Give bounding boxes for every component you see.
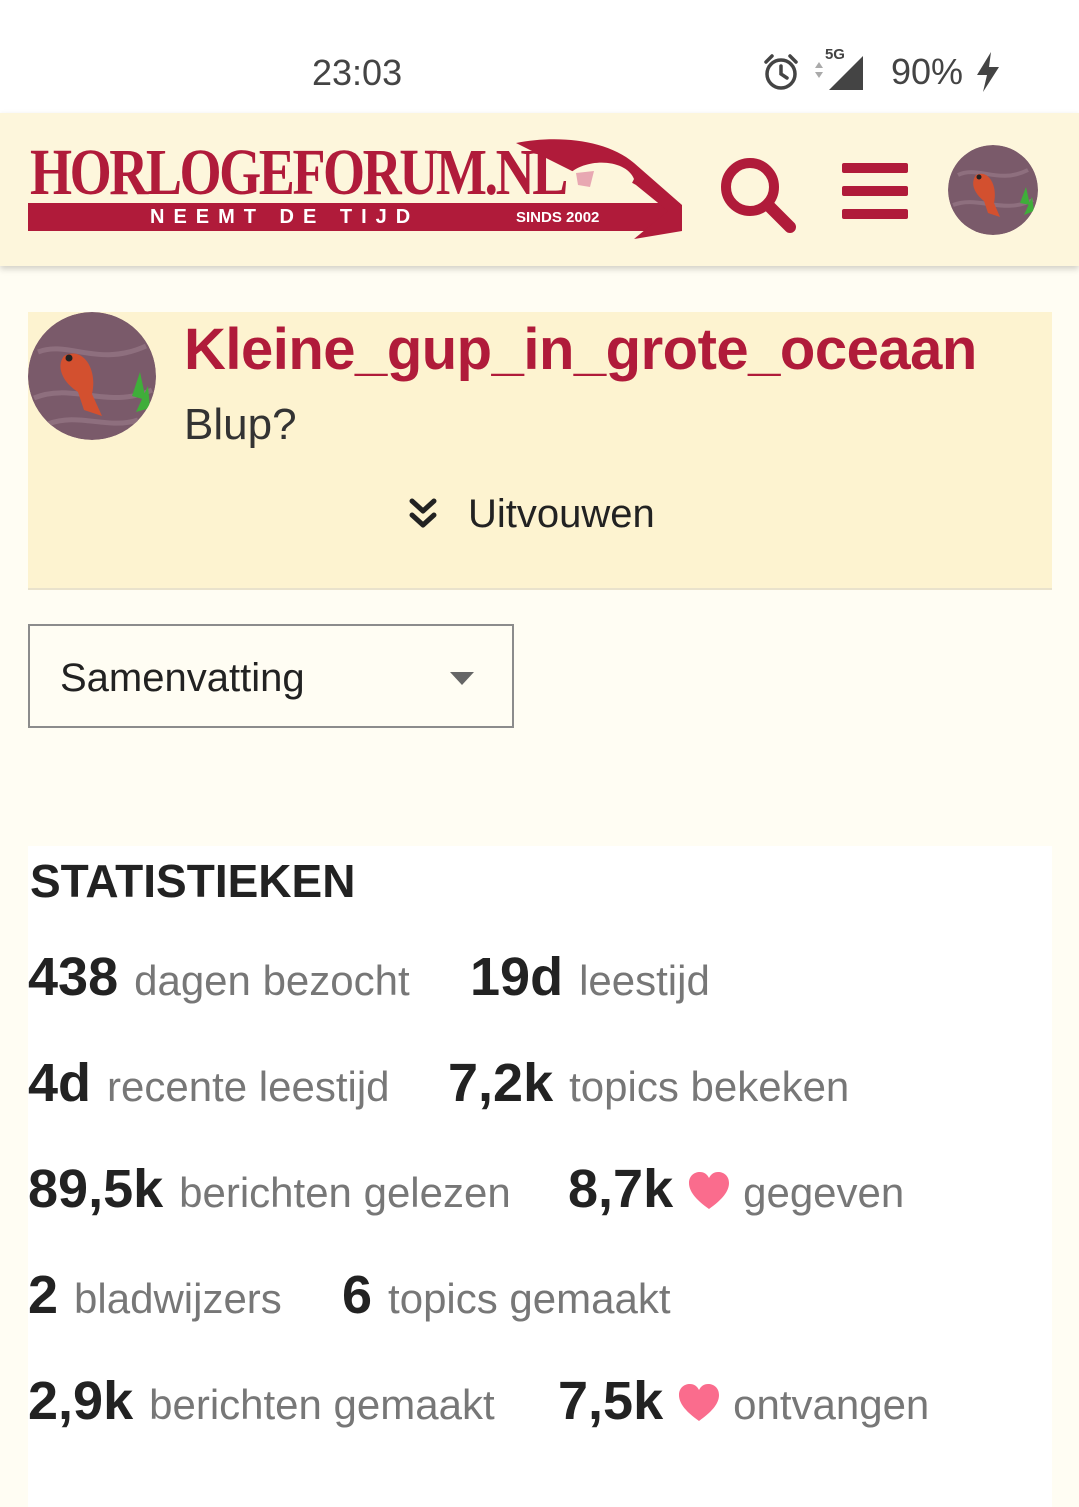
- battery-percentage: 90%: [890, 51, 963, 92]
- stat-label: recente leestijd: [107, 1063, 390, 1110]
- profile-username: Kleine_gup_in_grote_oceaan: [184, 317, 977, 382]
- stat-label: berichten gemaakt: [149, 1381, 495, 1428]
- double-chevron-down-icon: [409, 498, 437, 527]
- stat-label: leestijd: [579, 957, 710, 1004]
- hamburger-menu-icon[interactable]: [842, 161, 908, 221]
- stat-label: ontvangen: [733, 1381, 930, 1428]
- heart-icon: [689, 1172, 730, 1209]
- select-value: Samenvatting: [60, 656, 305, 700]
- stat-value: 6: [342, 1265, 373, 1325]
- stat-label: bladwijzers: [74, 1275, 282, 1322]
- expand-label: Uitvouwen: [468, 492, 655, 536]
- stat-label: topics bekeken: [569, 1063, 850, 1110]
- stat-label: gegeven: [743, 1169, 905, 1216]
- expand-profile-button[interactable]: Uitvouwen: [408, 492, 655, 537]
- logo-slogan: NEEMT DE TIJD: [150, 206, 420, 228]
- stat-value: 2: [28, 1265, 59, 1325]
- stat-likes-received: 7,5k ontvangen: [558, 1370, 929, 1432]
- site-logo[interactable]: HORLOGEFORUM.NL NEEMT DE TIJD SINDS 2002: [28, 135, 683, 245]
- stat-value: 438: [28, 947, 119, 1007]
- signal-icon: 5G: [811, 46, 867, 94]
- search-icon[interactable]: [716, 153, 796, 233]
- caret-down-icon: [450, 672, 474, 685]
- stat-value: 2,9k: [28, 1371, 134, 1431]
- stat-value: 4d: [28, 1053, 92, 1113]
- statistics-section: STATISTIEKEN 438 dagen bezocht 19d leest…: [28, 846, 1052, 1507]
- stat-posts-read: 89,5k berichten gelezen: [28, 1158, 511, 1220]
- stat-value: 7,2k: [448, 1053, 554, 1113]
- stat-topics-viewed: 7,2k topics bekeken: [448, 1052, 849, 1114]
- stat-likes-given: 8,7k gegeven: [568, 1158, 904, 1220]
- profile-avatar: [28, 312, 156, 440]
- profile-section-select[interactable]: Samenvatting: [28, 624, 514, 728]
- stat-value: 7,5k: [558, 1371, 664, 1431]
- heart-icon: [679, 1384, 720, 1421]
- logo-clock-hand-icon: [516, 139, 682, 239]
- stat-label: dagen bezocht: [134, 957, 410, 1004]
- user-avatar[interactable]: [948, 145, 1038, 235]
- status-bar: 23:03 5G 90%: [0, 0, 1079, 113]
- stat-label: berichten gelezen: [179, 1169, 511, 1216]
- status-icons: 5G 90%: [761, 46, 1003, 96]
- site-header: HORLOGEFORUM.NL NEEMT DE TIJD SINDS 2002: [0, 113, 1079, 266]
- stat-label: topics gemaakt: [388, 1275, 671, 1322]
- stat-topics-created: 6 topics gemaakt: [342, 1264, 671, 1326]
- statistics-title: STATISTIEKEN: [30, 855, 356, 907]
- alarm-icon: [764, 54, 798, 90]
- stat-value: 89,5k: [28, 1159, 164, 1219]
- stat-recent-read-time: 4d recente leestijd: [28, 1052, 390, 1114]
- stat-read-time: 19d leestijd: [470, 946, 710, 1008]
- logo-title: HORLOGEFORUM.NL: [30, 136, 568, 209]
- stat-value: 19d: [470, 947, 564, 1007]
- stat-value: 8,7k: [568, 1159, 674, 1219]
- stat-bookmarks: 2 bladwijzers: [28, 1264, 282, 1326]
- profile-bio: Blup?: [184, 400, 297, 449]
- charging-icon: [977, 52, 999, 92]
- user-profile-card: Kleine_gup_in_grote_oceaan Blup? Uitvouw…: [28, 312, 1052, 590]
- status-time: 23:03: [312, 52, 403, 93]
- stat-days-visited: 438 dagen bezocht: [28, 946, 410, 1008]
- stat-posts-created: 2,9k berichten gemaakt: [28, 1370, 495, 1432]
